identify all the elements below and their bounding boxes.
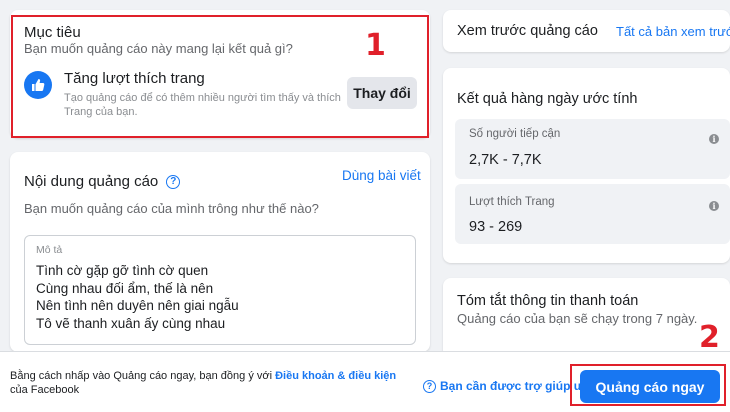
payment-desc: Quảng cáo của bạn sẽ chạy trong 7 ngày. (457, 311, 698, 326)
help-circle-icon[interactable]: ? (166, 174, 181, 189)
ad-content-heading-text: Nội dung quảng cáo (24, 173, 159, 190)
payment-heading: Tóm tắt thông tin thanh toán (457, 293, 639, 309)
estimate-card: Kết quả hàng ngày ước tính Số người tiếp… (443, 68, 730, 263)
description-line: Tô vẽ thanh xuân ấy cùng nhau (36, 315, 226, 331)
description-textarea[interactable]: Mô tả Tình cờ gặp gỡ tình cờ quen Cùng n… (24, 235, 416, 345)
ad-content-card: Nội dung quảng cáo ? Dùng bài viết Bạn m… (10, 152, 430, 352)
terms-suffix: của Facebook (10, 384, 80, 396)
help-circle-icon: ? (423, 379, 436, 393)
likes-value: 93 - 269 (469, 219, 523, 235)
description-line: Cùng nhau đối ẩm, thế là nên (36, 280, 214, 296)
help-label: Bạn cần được trợ giúp ư? (440, 379, 590, 393)
description-label: Mô tả (36, 244, 63, 256)
likes-stat: Lượt thích Trang 93 - 269 i (455, 184, 730, 244)
terms-text: Bằng cách nhấp vào Quảng cáo ngay, bạn đ… (10, 369, 410, 397)
reach-value: 2,7K - 7,7K (469, 152, 542, 168)
annotation-2: 2 (699, 320, 720, 355)
preview-heading: Xem trước quảng cáo (457, 23, 598, 39)
likes-info-icon[interactable]: i (709, 201, 719, 211)
terms-prefix: Bằng cách nhấp vào Quảng cáo ngay, bạn đ… (10, 370, 276, 382)
likes-label: Lượt thích Trang (469, 196, 555, 208)
reach-label: Số người tiếp cận (469, 128, 561, 140)
ad-content-question: Bạn muốn quảng cáo của mình trông như th… (24, 201, 319, 216)
preview-card: Xem trước quảng cáo Tất cả bản xem trước (443, 10, 730, 52)
description-line: Nên tình nên duyên nên giai ngẫu (36, 298, 239, 313)
use-post-link[interactable]: Dùng bài viết (342, 168, 421, 183)
reach-info-icon[interactable]: i (709, 134, 719, 144)
terms-link[interactable]: Điều khoản & điều kiện (275, 370, 396, 382)
estimate-heading: Kết quả hàng ngày ước tính (457, 91, 638, 107)
payment-card: Tóm tắt thông tin thanh toán Quảng cáo c… (443, 278, 730, 358)
description-line: Tình cờ gặp gỡ tình cờ quen (36, 263, 209, 278)
ad-content-heading: Nội dung quảng cáo ? (24, 173, 181, 190)
highlight-box-2 (570, 364, 726, 406)
help-link[interactable]: ? Bạn cần được trợ giúp ư? (423, 379, 590, 393)
annotation-1: 1 (365, 28, 386, 63)
description-text: Tình cờ gặp gỡ tình cờ quen Cùng nhau đố… (36, 262, 239, 332)
reach-stat: Số người tiếp cận 2,7K - 7,7K i (455, 119, 730, 179)
all-previews-link[interactable]: Tất cả bản xem trước (616, 24, 730, 39)
